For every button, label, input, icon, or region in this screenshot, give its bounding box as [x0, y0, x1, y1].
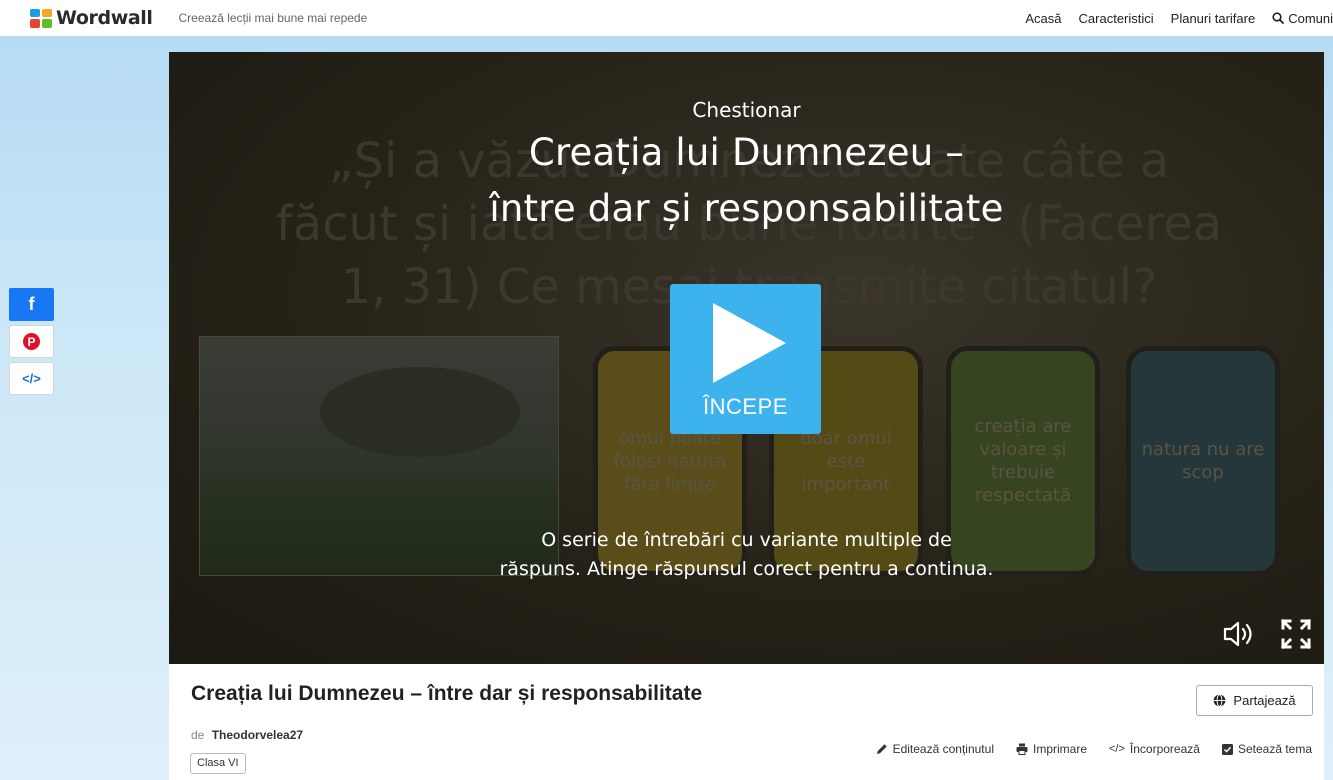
- fullscreen-icon[interactable]: [1280, 618, 1312, 650]
- main-nav: Acasă Caracteristici Planuri tarifare Co…: [1025, 0, 1333, 36]
- activity-type-label: Chestionar: [692, 98, 801, 122]
- share-button[interactable]: Partajează: [1196, 685, 1313, 716]
- print-label: Imprimare: [1032, 742, 1087, 756]
- start-button[interactable]: ÎNCEPE: [670, 284, 821, 434]
- nav-features[interactable]: Caracteristici: [1079, 11, 1154, 26]
- game-title: Creația lui Dumnezeu – între dar și resp…: [169, 125, 1324, 237]
- background-answer-text: doar omul este important: [800, 427, 892, 495]
- game-player[interactable]: „Și a văzut Dumnezeu toate câte a făcut …: [169, 52, 1324, 664]
- game-description-line: O serie de întrebări cu variante multipl…: [541, 529, 952, 551]
- author-name[interactable]: Theodorvelea27: [212, 728, 303, 742]
- wordwall-logo[interactable]: Wordwall: [30, 7, 153, 29]
- edit-content-label: Editează conținutul: [892, 742, 994, 756]
- pencil-icon: [876, 744, 887, 754]
- checkbox-icon: [1221, 743, 1233, 755]
- nav-home[interactable]: Acasă: [1025, 11, 1061, 26]
- share-sidebar: f P </>: [9, 288, 54, 399]
- printer-icon: [1016, 743, 1028, 755]
- author-prefix: de: [191, 728, 205, 742]
- search-icon: [1272, 12, 1285, 24]
- edit-content-button[interactable]: Editează conținutul: [876, 742, 994, 756]
- activity-actions: Editează conținutul Imprimare </> Încorp…: [876, 742, 1312, 756]
- background-answer-text: omul poate folosi natura fără limite: [613, 427, 727, 495]
- set-theme-button[interactable]: Setează tema: [1221, 742, 1312, 756]
- game-title-block: Chestionar Creația lui Dumnezeu – între …: [169, 97, 1324, 237]
- globe-icon: [1214, 694, 1226, 707]
- set-theme-label: Setează tema: [1237, 742, 1312, 756]
- sound-icon[interactable]: [1223, 620, 1255, 648]
- facebook-share-button[interactable]: f: [9, 288, 54, 321]
- grade-tag[interactable]: Clasa VI: [190, 753, 246, 774]
- share-button-label: Partajează: [1233, 693, 1296, 708]
- wordwall-logo-icon: [30, 8, 52, 28]
- activity-info-panel: Creația lui Dumnezeu – între dar și resp…: [169, 664, 1324, 780]
- top-navigation-bar: Wordwall Creează lecții mai bune mai rep…: [0, 0, 1333, 36]
- pinterest-share-button[interactable]: P: [9, 325, 54, 358]
- tagline: Creează lecții mai bune mai repede: [178, 11, 368, 25]
- tree-silhouette: [320, 367, 520, 457]
- logo-text: Wordwall: [56, 7, 153, 29]
- game-description: O serie de întrebări cu variante multipl…: [169, 526, 1324, 584]
- embed-label: Încorporează: [1129, 742, 1200, 756]
- game-title-line: Creația lui Dumnezeu –: [528, 131, 965, 174]
- activity-title: Creația lui Dumnezeu – între dar și resp…: [191, 682, 703, 705]
- background-answer-text: creația are valoare și trebuie respectat…: [974, 416, 1072, 506]
- background-answer-text: natura nu are scop: [1141, 439, 1265, 483]
- pinterest-icon: P: [23, 333, 40, 350]
- code-icon: </>: [1109, 743, 1125, 755]
- game-title-line: între dar și responsabilitate: [489, 187, 1004, 230]
- facebook-icon: f: [28, 294, 35, 314]
- nav-pricing[interactable]: Planuri tarifare: [1171, 11, 1256, 26]
- embed-share-button[interactable]: </>: [9, 362, 54, 395]
- embed-button[interactable]: </> Încorporează: [1109, 742, 1200, 756]
- print-button[interactable]: Imprimare: [1016, 742, 1087, 756]
- nav-community-label: Comuni: [1288, 10, 1333, 26]
- nav-community[interactable]: Comuni: [1272, 11, 1333, 26]
- author-byline: de Theodorvelea27: [191, 728, 303, 742]
- play-icon: [713, 303, 786, 383]
- embed-icon: </>: [22, 371, 41, 386]
- start-button-label: ÎNCEPE: [703, 394, 788, 419]
- game-description-line: răspuns. Atinge răspunsul corect pentru …: [499, 558, 994, 580]
